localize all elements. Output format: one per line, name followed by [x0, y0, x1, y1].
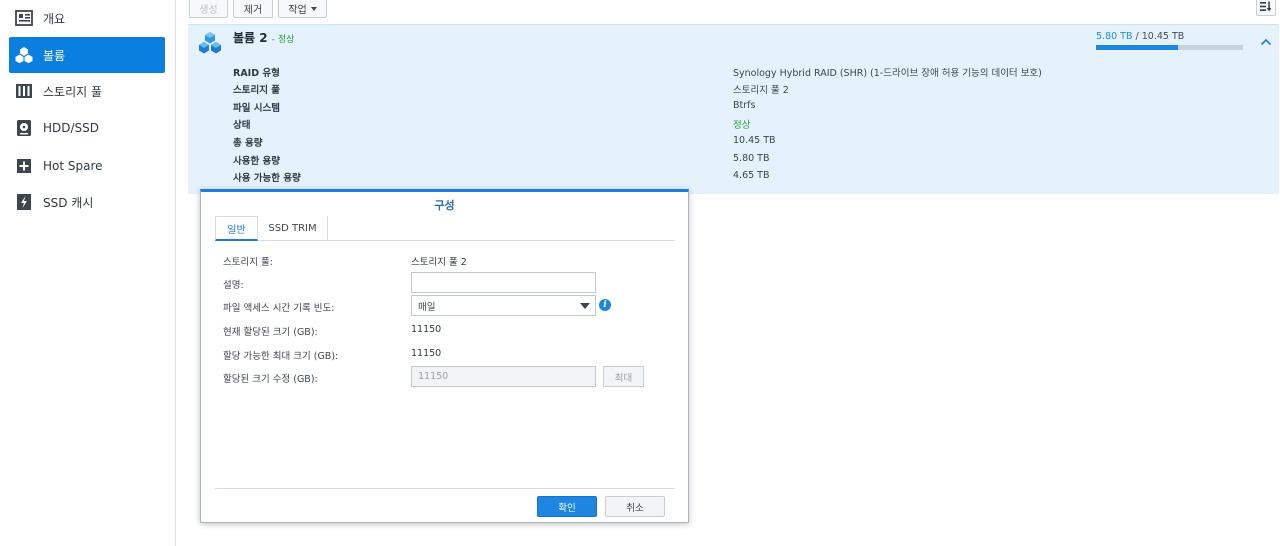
- detail-key: 사용 가능한 용량: [233, 173, 301, 184]
- create-button[interactable]: 생성: [189, 0, 228, 18]
- volume-icon: [15, 46, 33, 64]
- detail-key: 사용한 용량: [233, 156, 281, 167]
- sidebar-item-overview[interactable]: 개요: [9, 0, 165, 36]
- storage-manager-window: 개요 볼륨 스토리지 풀 HDD/SSD Hot Spare SSD 캐시 생성…: [0, 0, 1280, 546]
- sort-icon: [1260, 1, 1272, 15]
- cancel-button[interactable]: 취소: [605, 496, 665, 517]
- sort-button[interactable]: [1256, 0, 1276, 16]
- volume-cubes-icon: [198, 31, 222, 55]
- volume-detail-row: 사용 가능한 용량 4.65 TB: [233, 170, 1273, 186]
- hot-spare-icon: [15, 157, 33, 175]
- max-button[interactable]: 최대: [603, 366, 644, 387]
- detail-value: 10.45 TB: [733, 135, 776, 146]
- info-icon[interactable]: i: [599, 299, 611, 311]
- caret-down-icon: [310, 6, 317, 11]
- access-time-select[interactable]: 매일: [411, 295, 596, 316]
- action-menu-button[interactable]: 작업: [278, 0, 327, 18]
- volume-detail-row: 사용한 용량 5.80 TB: [233, 153, 1273, 169]
- detail-value: 스토리지 풀 2: [733, 85, 789, 96]
- dropdown-arrow-icon: [580, 303, 590, 309]
- sidebar-item-storage-pool[interactable]: 스토리지 풀: [9, 73, 165, 109]
- field-storage-pool: 스토리지 풀: 스토리지 풀 2: [223, 251, 663, 271]
- configuration-dialog: 구성 일반 SSD TRIM 스토리지 풀: 스토리지 풀 2 설명: 파일 액…: [200, 189, 689, 523]
- sidebar-item-hdd-ssd[interactable]: HDD/SSD: [9, 110, 165, 146]
- sidebar-item-label: 개요: [43, 11, 66, 26]
- detail-value: 4.65 TB: [733, 170, 770, 181]
- modify-size-input[interactable]: 11150: [411, 366, 596, 387]
- field-modify-size: 할당된 크기 수정 (GB): 11150 최대: [223, 366, 663, 388]
- field-label: 할당된 크기 수정 (GB):: [223, 374, 318, 385]
- detail-key: 파일 시스템: [233, 103, 281, 114]
- tab-ssd-trim[interactable]: SSD TRIM: [258, 216, 328, 241]
- detail-value: Btrfs: [733, 100, 756, 111]
- volume-detail-row: 스토리지 풀 스토리지 풀 2: [233, 82, 1273, 98]
- detail-key: RAID 유형: [233, 68, 280, 79]
- description-input[interactable]: [411, 272, 596, 293]
- hdd-icon: [15, 119, 33, 137]
- overview-icon: [15, 9, 33, 27]
- sidebar-item-volume[interactable]: 볼륨: [9, 37, 165, 73]
- chevron-up-icon[interactable]: [1259, 35, 1273, 49]
- volume-panel[interactable]: 볼륨 2 - 정상 5.80 TB / 10.45 TB RAID 유형 Syn…: [188, 24, 1279, 194]
- field-value: 스토리지 풀 2: [411, 257, 467, 268]
- ssd-cache-icon: [15, 193, 33, 211]
- field-value: 11150: [411, 348, 442, 359]
- detail-key: 상태: [233, 120, 251, 131]
- sidebar-item-label: HDD/SSD: [43, 121, 100, 135]
- volume-total: / 10.45 TB: [1135, 31, 1185, 42]
- volume-detail-row: RAID 유형 Synology Hybrid RAID (SHR) (1-드라…: [233, 65, 1273, 81]
- field-label: 설명:: [223, 280, 244, 291]
- status-badge: 정상: [733, 120, 751, 131]
- ok-button[interactable]: 확인: [537, 496, 597, 517]
- volume-status-inline: - 정상: [271, 35, 295, 45]
- field-label: 스토리지 풀:: [223, 257, 273, 268]
- sidebar-item-hot-spare[interactable]: Hot Spare: [9, 148, 165, 184]
- detail-value: 5.80 TB: [733, 153, 770, 164]
- volume-usage-text: 5.80 TB / 10.45 TB: [1096, 31, 1184, 42]
- field-label: 파일 액세스 시간 기록 빈도:: [223, 303, 335, 314]
- volume-usage-bar-fill: [1096, 45, 1178, 50]
- field-label: 현재 할당된 크기 (GB):: [223, 327, 318, 338]
- field-current-size: 현재 할당된 크기 (GB): 11150: [223, 321, 663, 341]
- sidebar-item-label: 볼륨: [43, 48, 66, 63]
- tab-general[interactable]: 일반: [215, 216, 258, 241]
- detail-value: Synology Hybrid RAID (SHR) (1-드라이브 장애 허용…: [733, 68, 1042, 79]
- sidebar-item-label: 스토리지 풀: [43, 84, 103, 99]
- storage-pool-icon: [15, 82, 33, 100]
- field-description: 설명:: [223, 272, 663, 294]
- volume-usage-bar: [1096, 45, 1243, 50]
- field-max-size: 할당 가능한 최대 크기 (GB): 11150: [223, 345, 663, 365]
- sidebar-item-ssd-cache[interactable]: SSD 캐시: [9, 184, 165, 220]
- field-label: 할당 가능한 최대 크기 (GB):: [223, 351, 339, 362]
- volume-name: 볼륨 2: [233, 31, 268, 45]
- select-value: 매일: [418, 301, 436, 313]
- field-value: 11150: [411, 324, 442, 335]
- volume-detail-row: 상태 정상: [233, 117, 1273, 133]
- volume-title: 볼륨 2 - 정상: [233, 29, 294, 46]
- detail-key: 총 용량: [233, 138, 263, 149]
- remove-button[interactable]: 제거: [233, 0, 273, 18]
- volume-detail-row: 총 용량 10.45 TB: [233, 135, 1273, 151]
- volume-detail-row: 파일 시스템 Btrfs: [233, 100, 1273, 116]
- action-menu-label: 작업: [288, 5, 307, 16]
- sidebar-item-label: Hot Spare: [43, 159, 103, 173]
- dialog-footer-divider: [215, 488, 675, 489]
- field-access-time: 파일 액세스 시간 기록 빈도: 매일 i: [223, 295, 663, 317]
- dialog-title: 구성: [434, 199, 455, 212]
- volume-used: 5.80 TB: [1096, 31, 1133, 42]
- sidebar: 개요 볼륨 스토리지 풀 HDD/SSD Hot Spare SSD 캐시: [0, 0, 176, 546]
- sidebar-item-label: SSD 캐시: [43, 195, 94, 210]
- detail-key: 스토리지 풀: [233, 85, 281, 96]
- dialog-tabs: 일반 SSD TRIM: [215, 216, 675, 241]
